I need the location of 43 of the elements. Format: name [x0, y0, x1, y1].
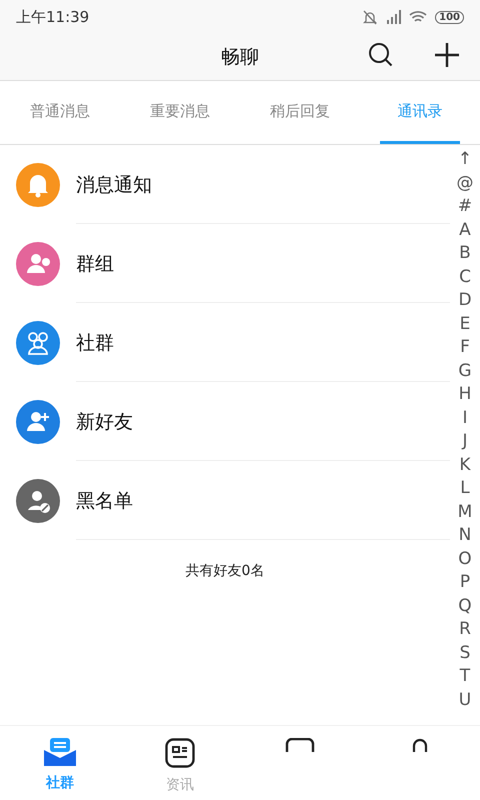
index-letter[interactable]: R	[459, 618, 471, 642]
index-letter[interactable]: D	[458, 289, 472, 312]
bell-muted-icon	[363, 10, 378, 24]
index-letter[interactable]: N	[458, 524, 472, 548]
index-letter[interactable]: ↑	[458, 148, 472, 172]
index-letter[interactable]: U	[458, 688, 472, 712]
index-letter[interactable]: A	[459, 218, 471, 242]
signal-icon	[385, 10, 402, 24]
index-letter[interactable]: S	[460, 642, 470, 665]
inbox-icon	[44, 738, 76, 766]
index-letter[interactable]: O	[458, 548, 472, 571]
index-letter[interactable]: B	[459, 242, 471, 266]
wifi-icon	[409, 10, 428, 24]
index-letter[interactable]: @	[456, 172, 474, 195]
index-letter[interactable]: J	[462, 430, 468, 454]
tab[interactable]: 普通消息	[20, 81, 100, 144]
index-letter[interactable]: C	[459, 266, 471, 289]
status-time: 上午11:39	[16, 8, 90, 26]
battery-level: 100	[435, 10, 464, 24]
index-letter[interactable]: T	[460, 665, 470, 688]
contact-list-item[interactable]: 新好友	[0, 382, 450, 461]
contact-list-item[interactable]: 社群	[0, 303, 450, 382]
index-letter[interactable]: Q	[458, 594, 472, 618]
tab[interactable]: 重要消息	[140, 81, 220, 144]
tab[interactable]: 稍后回复	[260, 81, 340, 144]
news-icon	[165, 738, 195, 768]
contact-list-item[interactable]: 群组	[0, 224, 450, 303]
index-letter[interactable]: K	[459, 454, 471, 477]
contact-list-item[interactable]: 黑名单	[0, 461, 450, 540]
add-icon[interactable]	[434, 42, 460, 68]
index-letter[interactable]: F	[460, 336, 470, 360]
index-letter[interactable]: I	[462, 406, 468, 430]
index-letter[interactable]: P	[460, 571, 470, 594]
index-letter[interactable]: #	[458, 195, 472, 218]
index-letter[interactable]: H	[458, 383, 472, 406]
app-title: 畅聊	[221, 45, 259, 70]
index-letter[interactable]: G	[458, 360, 472, 383]
index-letter[interactable]: M	[458, 500, 472, 524]
contact-list-item[interactable]: 消息通知	[0, 145, 450, 224]
index-letter[interactable]: E	[460, 312, 470, 336]
index-letter[interactable]: L	[460, 477, 470, 500]
friend-count: 共有好友0名	[184, 562, 266, 580]
search-icon[interactable]	[368, 42, 394, 68]
